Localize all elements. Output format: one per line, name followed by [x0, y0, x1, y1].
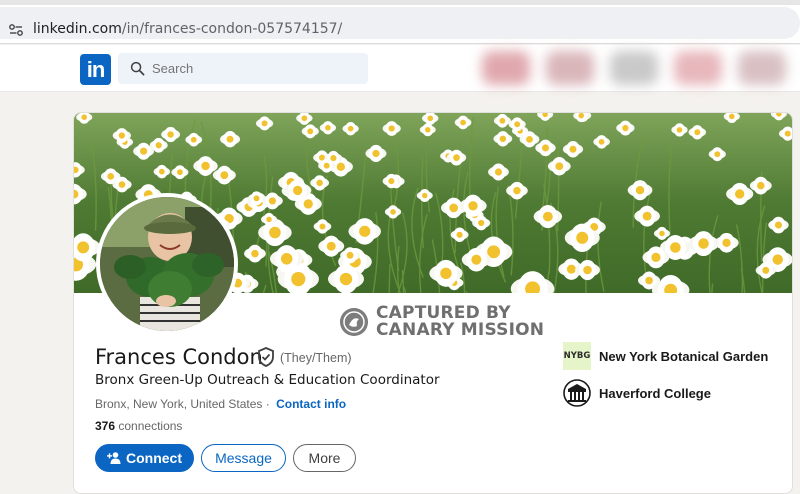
contact-info-link[interactable]: Contact info — [276, 397, 346, 411]
haverford-college-logo-icon — [563, 379, 591, 407]
url-host: linkedin.com — [33, 21, 122, 37]
profile-headline: Bronx Green-Up Outreach & Education Coor… — [95, 372, 440, 388]
more-button[interactable]: More — [293, 444, 356, 472]
search-input[interactable] — [152, 58, 352, 79]
profile-card: CAPTURED BY CANARY MISSION Frances Condon… — [73, 112, 793, 494]
org-name: New York Botanical Garden — [599, 349, 769, 364]
profile-pronouns: (They/Them) — [280, 351, 352, 365]
browser-tab-strip — [0, 0, 800, 5]
connections-label: connections — [118, 419, 183, 433]
url-path: /in/frances-condon-057574157/ — [121, 21, 343, 37]
location-separator: · — [265, 397, 270, 411]
connect-label: Connect — [126, 450, 182, 466]
connections-count[interactable]: 376 connections — [95, 419, 182, 433]
linkedin-logo[interactable]: in — [80, 54, 111, 85]
add-person-icon — [107, 452, 121, 464]
site-settings-icon[interactable] — [8, 22, 24, 38]
search-box[interactable] — [118, 53, 368, 84]
message-button[interactable]: Message — [201, 444, 286, 472]
blurred-nav-item — [738, 51, 786, 85]
url-field[interactable]: linkedin.com/in/frances-condon-057574157… — [0, 7, 800, 39]
profile-photo-image — [100, 197, 234, 331]
connections-number: 376 — [95, 419, 116, 433]
nybg-logo: NYBG — [563, 342, 591, 370]
blurred-nav-item — [482, 51, 530, 85]
browser-address-bar: linkedin.com/in/frances-condon-057574157… — [0, 0, 800, 44]
connect-button[interactable]: Connect — [95, 444, 194, 472]
watermark-text: CAPTURED BY CANARY MISSION — [376, 305, 544, 339]
blurred-nav-item — [546, 51, 594, 85]
url-text[interactable]: linkedin.com/in/frances-condon-057574157… — [33, 21, 342, 37]
blurred-nav-items — [476, 45, 800, 90]
profile-location: Bronx, New York, United States — [95, 397, 263, 411]
verified-shield-icon[interactable] — [257, 347, 275, 367]
profile-photo[interactable] — [96, 193, 238, 335]
blurred-nav-item — [610, 51, 658, 85]
search-icon — [130, 61, 145, 76]
linkedin-top-nav: in — [0, 45, 800, 92]
blurred-nav-item — [674, 51, 722, 85]
org-name: Haverford College — [599, 386, 711, 401]
canary-mission-logo-icon — [340, 308, 368, 336]
watermark-line2: CANARY MISSION — [376, 320, 545, 340]
profile-name: Frances Condon — [95, 345, 263, 369]
profile-location-row: Bronx, New York, United States · Contact… — [95, 397, 346, 411]
